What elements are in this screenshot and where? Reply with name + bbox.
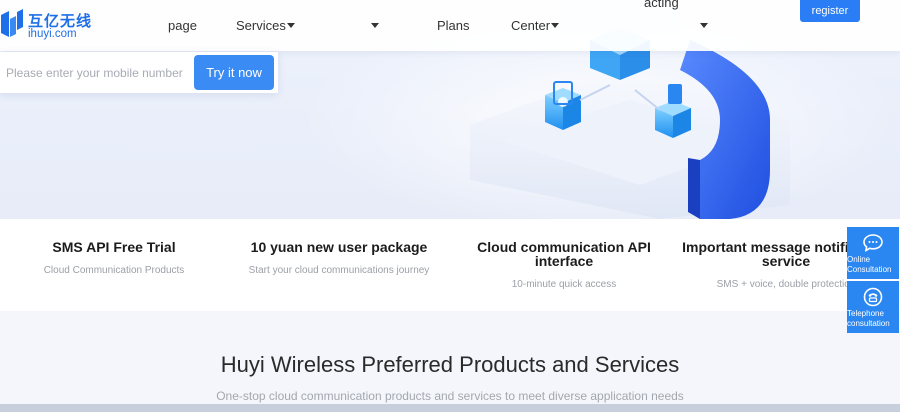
nav-item-more-dropdown[interactable] [699, 18, 708, 33]
register-button[interactable]: register [800, 0, 860, 22]
feature-strip: SMS API Free Trial Cloud Communication P… [0, 219, 900, 311]
feature-subtitle: Start your cloud communications journey [248, 265, 430, 276]
try-it-now-button[interactable]: Try it now [194, 55, 274, 90]
brand-logo[interactable]: 互亿无线 ihuyi.com [1, 7, 101, 43]
nav-item-dropdown[interactable] [370, 18, 379, 33]
top-navbar: 互亿无线 ihuyi.com page Services Plans Cente… [0, 0, 900, 51]
feature-card-api-interface[interactable]: Cloud communication API interface 10-min… [454, 219, 674, 311]
online-consultation-button[interactable]: Online Consultation [847, 227, 899, 279]
nav-item-plans[interactable]: Plans [437, 18, 470, 33]
feature-title: 10 yuan new user package [250, 239, 428, 255]
section-title: Huyi Wireless Preferred Products and Ser… [220, 352, 680, 377]
chevron-down-icon [371, 22, 379, 28]
nav-label: page [168, 18, 197, 33]
logo-text-domain: ihuyi.com [28, 28, 77, 40]
phone-icon [863, 287, 883, 307]
nav-label: Plans [437, 18, 470, 33]
chat-icon [863, 234, 883, 253]
nav-label: Services [236, 18, 286, 33]
mobile-number-input[interactable] [0, 52, 190, 93]
feature-card-new-user-package[interactable]: 10 yuan new user package Start your clou… [229, 219, 449, 311]
side-button-label: Telephone consultation [847, 309, 890, 328]
nav-item-home[interactable]: page [168, 18, 197, 33]
chevron-down-icon [551, 22, 560, 28]
trial-form: Try it now [0, 52, 278, 93]
feature-title: Cloud communication API interface [477, 239, 651, 269]
feature-card-sms-trial[interactable]: SMS API Free Trial Cloud Communication P… [4, 219, 224, 311]
feature-title: SMS API Free Trial [52, 239, 176, 255]
section-subtitle: One-stop cloud communication products an… [216, 389, 684, 403]
side-button-label: Online Consultation [847, 255, 892, 274]
logo-mark-icon [1, 9, 23, 37]
telephone-consultation-button[interactable]: Telephone consultation [847, 281, 899, 333]
nav-label: Center [511, 18, 551, 33]
chevron-down-icon [286, 22, 295, 28]
feature-subtitle: Cloud Communication Products [43, 265, 185, 276]
nav-item-services[interactable]: Services [236, 18, 295, 33]
feature-subtitle: 10-minute quick access [511, 279, 617, 290]
bottom-divider [0, 404, 900, 412]
nav-item-acting[interactable]: acting [644, 0, 679, 10]
chevron-down-icon [700, 22, 708, 28]
nav-item-center[interactable]: Center [511, 18, 560, 33]
